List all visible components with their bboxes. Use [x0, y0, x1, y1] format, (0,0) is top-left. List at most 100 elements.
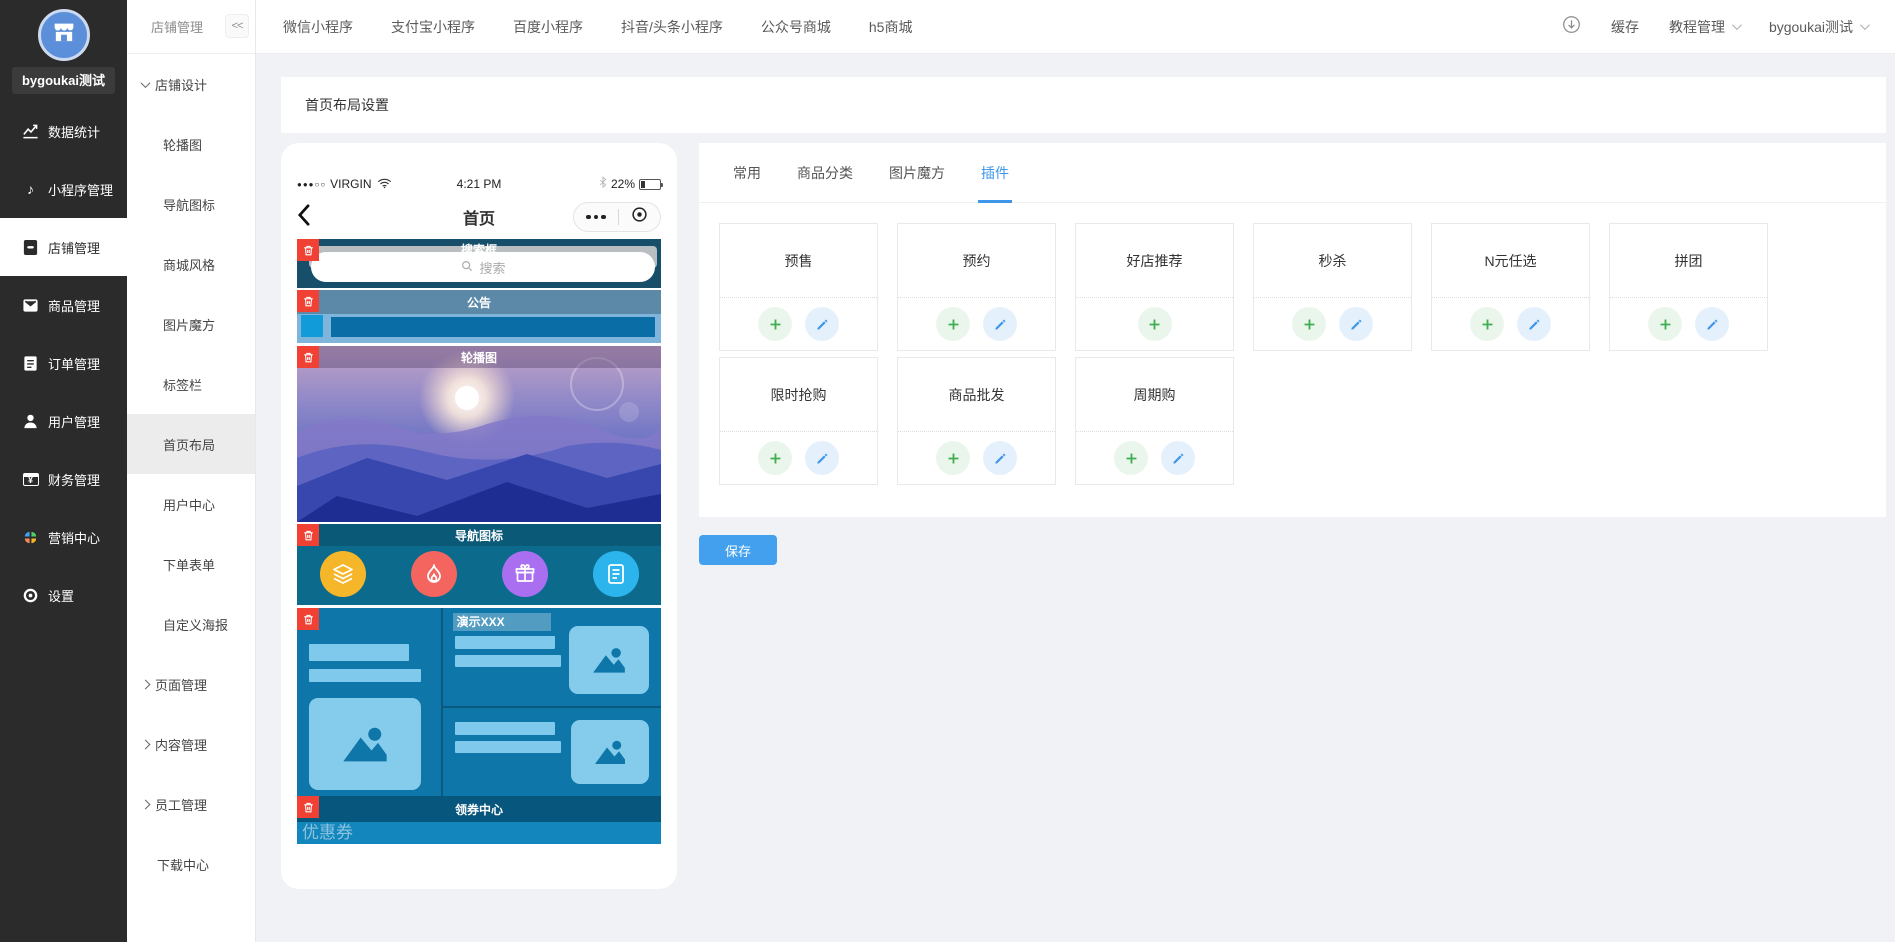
section-label: 搜索框 [297, 240, 661, 258]
submenu-list: 店铺设计 轮播图 导航图标 商城风格 图片魔方 标签栏 首页布局 用户中心 下单… [127, 54, 255, 894]
delete-section-icon[interactable] [297, 239, 319, 261]
bluetooth-icon [599, 176, 607, 192]
sidebar-item-data-stats[interactable]: 数据统计 [0, 102, 127, 160]
add-plugin-button[interactable] [1292, 307, 1326, 341]
section-coupon-center[interactable]: 领券中心 优惠券 [297, 796, 661, 844]
submenu-item-carousel[interactable]: 轮播图 [127, 114, 255, 174]
collapse-sidebar-button[interactable]: << [225, 14, 249, 38]
submenu-group-content-mgmt[interactable]: 内容管理 [127, 714, 255, 774]
topnav-tab-baidu[interactable]: 百度小程序 [513, 17, 583, 37]
sidebar-item-settings[interactable]: 设置 [0, 566, 127, 624]
document-icon[interactable] [593, 551, 639, 597]
capsule-close-icon[interactable] [631, 206, 648, 228]
user-icon [22, 413, 39, 430]
submenu-item-tabbar[interactable]: 标签栏 [127, 354, 255, 414]
logo-wrap [0, 0, 127, 61]
download-icon[interactable] [1562, 15, 1581, 39]
flame-icon[interactable] [411, 551, 457, 597]
back-icon[interactable] [297, 204, 310, 231]
sidebar-item-label: 财务管理 [48, 470, 100, 489]
account-menu[interactable]: bygoukai测试 [1769, 17, 1867, 37]
signal-dots: ●●●○○ [297, 180, 326, 189]
submenu-item-home-layout[interactable]: 首页布局 [127, 414, 255, 474]
topnav-tab-wechat[interactable]: 微信小程序 [283, 17, 353, 37]
tab-image-cube[interactable]: 图片魔方 [889, 143, 945, 202]
delete-section-icon[interactable] [297, 346, 319, 368]
add-plugin-button[interactable] [936, 307, 970, 341]
topnav-tab-alipay[interactable]: 支付宝小程序 [391, 17, 475, 37]
sidebar-item-users[interactable]: 用户管理 [0, 392, 127, 450]
tab-common[interactable]: 常用 [733, 143, 761, 202]
delete-section-icon[interactable] [297, 608, 319, 630]
add-plugin-button[interactable] [758, 441, 792, 475]
add-plugin-button[interactable] [1470, 307, 1504, 341]
delete-section-icon[interactable] [297, 796, 319, 818]
submenu-group-shop-design[interactable]: 店铺设计 [127, 54, 255, 114]
topnav-tab-official-account[interactable]: 公众号商城 [761, 17, 831, 37]
more-dots-icon[interactable] [586, 215, 606, 220]
section-search-box[interactable]: 搜索框 搜索 [297, 239, 661, 288]
tab-plugins[interactable]: 插件 [981, 143, 1009, 202]
sidebar-item-goods[interactable]: 商品管理 [0, 276, 127, 334]
edit-plugin-button[interactable] [1695, 307, 1729, 341]
save-button[interactable]: 保存 [699, 535, 777, 565]
sidebar-item-marketing[interactable]: 营销中心 [0, 508, 127, 566]
notice-badge [301, 315, 323, 337]
plugin-tabs: 常用 商品分类 图片魔方 插件 [699, 143, 1886, 203]
add-plugin-button[interactable] [1114, 441, 1148, 475]
battery-percent: 22% [611, 177, 635, 191]
layers-icon[interactable] [320, 551, 366, 597]
topnav-tab-douyin[interactable]: 抖音/头条小程序 [621, 17, 723, 37]
section-label: 演示XXX [457, 613, 505, 630]
submenu-item-nav-icons[interactable]: 导航图标 [127, 174, 255, 234]
edit-plugin-button[interactable] [805, 441, 839, 475]
add-plugin-button[interactable] [936, 441, 970, 475]
submenu-item-order-form[interactable]: 下单表单 [127, 534, 255, 594]
plugin-panel: 常用 商品分类 图片魔方 插件 预售 [699, 143, 1886, 517]
submenu-item-mall-style[interactable]: 商城风格 [127, 234, 255, 294]
work-area: ●●●○○ VIRGIN 4:21 PM 22% [281, 143, 1886, 889]
plugin-card-booking: 预约 [897, 223, 1056, 351]
gift-icon[interactable] [502, 551, 548, 597]
topnav-tab-h5[interactable]: h5商城 [869, 17, 913, 37]
sidebar-item-shop[interactable]: 店铺管理 [0, 218, 127, 276]
section-nav-icons[interactable]: 导航图标 [297, 524, 661, 605]
text-placeholder [455, 636, 555, 649]
tutorial-menu[interactable]: 教程管理 [1669, 17, 1739, 37]
cache-button[interactable]: 缓存 [1611, 17, 1639, 37]
plugin-card-n-yuan: N元任选 [1431, 223, 1590, 351]
carrier-label: VIRGIN [330, 177, 371, 191]
miniprogram-capsule[interactable] [573, 202, 661, 232]
edit-plugin-button[interactable] [1517, 307, 1551, 341]
carousel-image [297, 346, 661, 522]
edit-plugin-button[interactable] [1339, 307, 1373, 341]
submenu-item-image-cube[interactable]: 图片魔方 [127, 294, 255, 354]
section-image-cube[interactable]: 演示XXX [297, 608, 661, 796]
edit-plugin-button[interactable] [1161, 441, 1195, 475]
submenu-item-user-center[interactable]: 用户中心 [127, 474, 255, 534]
submenu-item-download-center[interactable]: 下载中心 [127, 834, 255, 894]
plugin-card-grid: 预售 预约 [699, 203, 1886, 485]
sidebar-item-miniapp[interactable]: ♪ 小程序管理 [0, 160, 127, 218]
delete-section-icon[interactable] [297, 290, 319, 312]
edit-plugin-button[interactable] [983, 307, 1017, 341]
section-carousel[interactable]: 轮播图 [297, 346, 661, 522]
coupon-ghost-label: 优惠券 [302, 818, 353, 843]
text-placeholder [309, 669, 421, 682]
phone-preview: ●●●○○ VIRGIN 4:21 PM 22% [281, 143, 677, 889]
add-plugin-button[interactable] [1138, 307, 1172, 341]
edit-plugin-button[interactable] [805, 307, 839, 341]
top-navbar: 微信小程序 支付宝小程序 百度小程序 抖音/头条小程序 公众号商城 h5商城 缓… [256, 0, 1895, 54]
add-plugin-button[interactable] [758, 307, 792, 341]
sidebar-item-orders[interactable]: 订单管理 [0, 334, 127, 392]
submenu-item-custom-poster[interactable]: 自定义海报 [127, 594, 255, 654]
submenu-group-staff-mgmt[interactable]: 员工管理 [127, 774, 255, 834]
delete-section-icon[interactable] [297, 524, 319, 546]
plugin-card-periodic-buy: 周期购 [1075, 357, 1234, 485]
section-notice[interactable]: 公告 [297, 290, 661, 343]
sidebar-item-finance[interactable]: ¥ 财务管理 [0, 450, 127, 508]
add-plugin-button[interactable] [1648, 307, 1682, 341]
submenu-group-page-mgmt[interactable]: 页面管理 [127, 654, 255, 714]
edit-plugin-button[interactable] [983, 441, 1017, 475]
tab-product-category[interactable]: 商品分类 [797, 143, 853, 202]
